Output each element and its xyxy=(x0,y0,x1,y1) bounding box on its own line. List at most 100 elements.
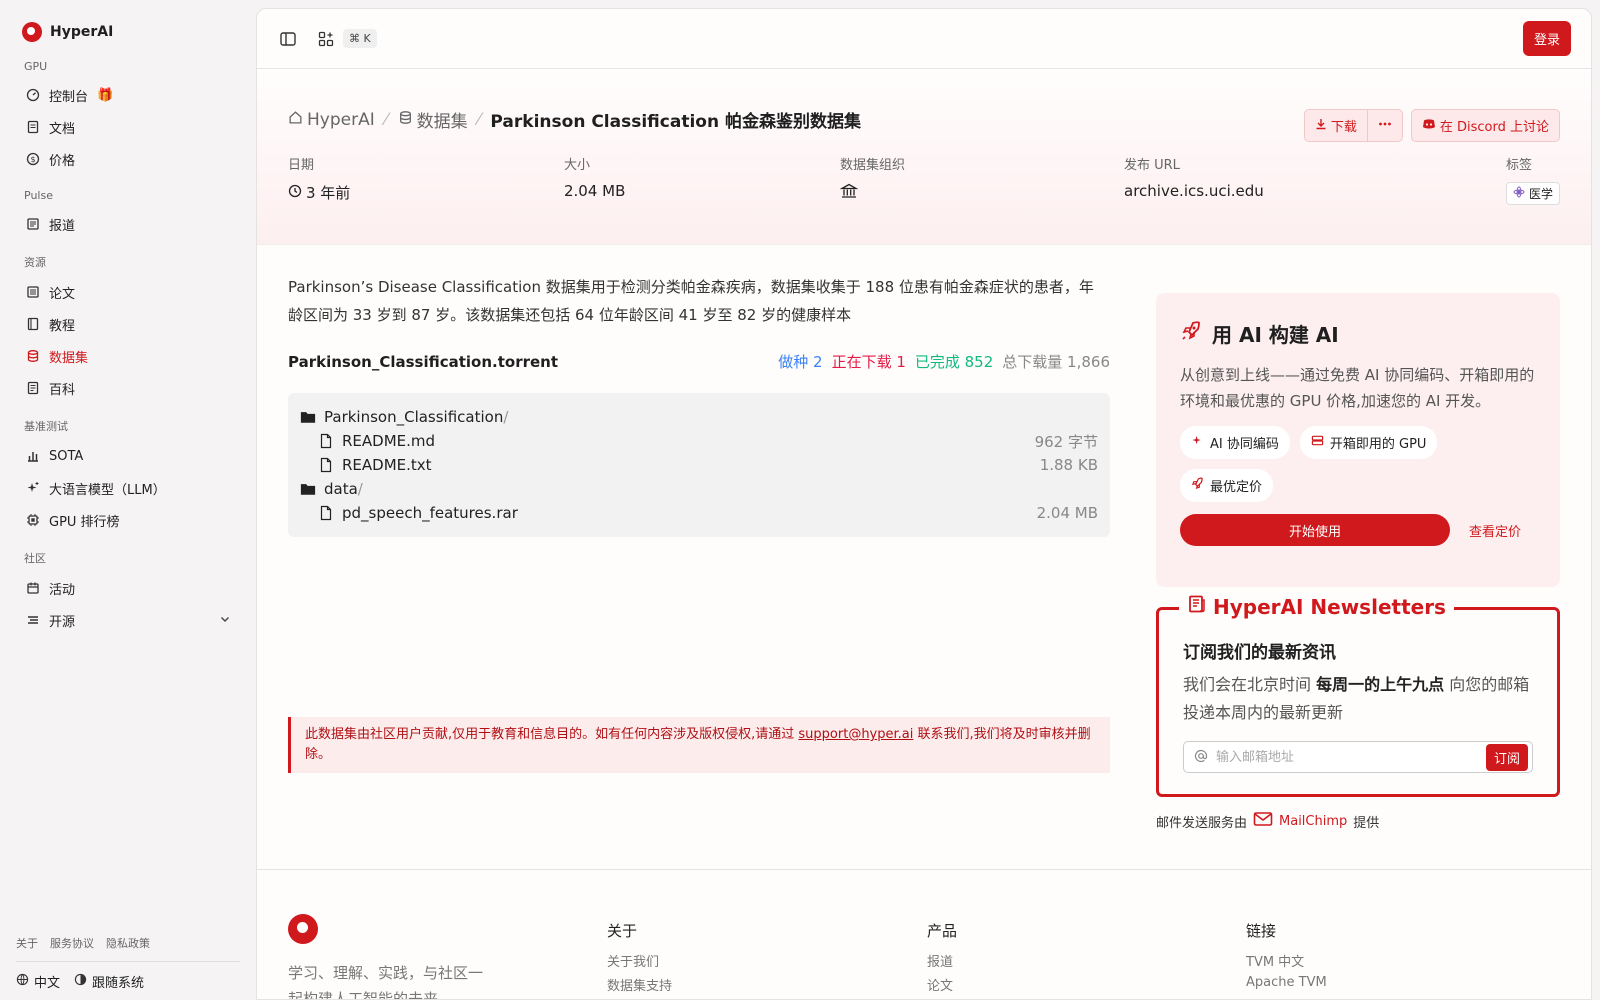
file-icon xyxy=(318,457,334,473)
subscribe-button[interactable]: 订阅 xyxy=(1485,743,1528,771)
download-label: 下载 xyxy=(1330,120,1357,135)
footer-link[interactable]: 报道 xyxy=(927,951,957,975)
source-url-link[interactable]: archive.ics.uci.edu xyxy=(1124,182,1480,200)
login-button[interactable]: 登录 xyxy=(1522,21,1571,56)
brand-name: HyperAI xyxy=(50,24,114,40)
page-footer: 学习、理解、实践，与社区一起构建人工智能的未来 关于 关于我们 数据集支持 产品… xyxy=(257,869,1591,1000)
dataset-meta: 日期 3 年前 大小 2.04 MB 数据集组织 发布 URL archive.… xyxy=(288,154,1560,205)
promo-title-text: 用 AI 构建 AI xyxy=(1212,323,1339,347)
promo-cta: 开始使用 查看定价 xyxy=(1180,514,1536,546)
promo-features: AI 协同编码 开箱即用的 GPU 最优定价 xyxy=(1180,426,1536,502)
database-icon xyxy=(398,110,413,130)
sidebar-item-console[interactable]: 控制台 🎁 xyxy=(16,79,239,111)
sidebar-item-label: SOTA xyxy=(49,448,84,464)
sidebar-item-docs[interactable]: 文档 xyxy=(16,111,239,143)
sidebar-item-label: 百科 xyxy=(49,382,76,398)
email-field[interactable] xyxy=(1208,749,1486,765)
more-options-button[interactable] xyxy=(1366,110,1402,141)
download-icon xyxy=(1315,118,1327,134)
promo-description: 从创意到上线——通过免费 AI 协同编码、开箱即用的环境和最优惠的 GPU 价格… xyxy=(1180,366,1535,410)
footer-link[interactable]: 关于我们 xyxy=(607,951,672,975)
meta-label: 大小 xyxy=(564,158,591,173)
language-switch[interactable]: 中文 xyxy=(16,972,60,991)
file-tree-folder[interactable]: Parkinson_Classification / xyxy=(300,405,1098,429)
discord-group: 在 Discord 上讨论 xyxy=(1410,109,1560,142)
sparkles-icon xyxy=(26,481,40,495)
view-pricing-link[interactable]: 查看定价 xyxy=(1469,521,1521,540)
notice-text: 此数据集由社区用户贡献,仅用于教育和信息目的。如有任何内容涉及版权侵权,请通过 xyxy=(305,727,799,742)
hyperai-logo-icon xyxy=(22,22,42,42)
footer-link[interactable]: Apache TVM xyxy=(1246,975,1327,999)
sidebar-item-events[interactable]: 活动 xyxy=(16,572,239,604)
terms-link[interactable]: 服务协议 xyxy=(50,935,94,951)
sidebar-toggle-icon[interactable] xyxy=(277,28,299,50)
sidebar-item-label: 文档 xyxy=(49,121,76,137)
file-icon xyxy=(318,505,334,521)
breadcrumb-separator: ⁄ xyxy=(384,109,388,130)
tag-medical[interactable]: 医学 xyxy=(1505,182,1560,205)
feature-chip: 最优定价 xyxy=(1180,469,1274,502)
document-icon xyxy=(26,120,40,134)
download-button[interactable]: 下载 xyxy=(1305,110,1367,141)
get-started-button[interactable]: 开始使用 xyxy=(1180,514,1450,546)
sidebar-item-opensource[interactable]: 开源 xyxy=(16,604,239,636)
file-tree-folder[interactable]: data / xyxy=(300,477,1098,501)
mailchimp-link[interactable]: MailChimp xyxy=(1279,814,1347,829)
sidebar-item-label: 报道 xyxy=(49,218,76,234)
topbar: ⌘ K 登录 xyxy=(257,9,1591,69)
footer-link[interactable]: 论文 xyxy=(927,975,957,999)
sidebar-item-datasets[interactable]: 数据集 xyxy=(16,340,239,372)
section-title-gpu: GPU xyxy=(24,60,48,73)
about-link[interactable]: 关于 xyxy=(16,935,38,951)
file-tree-file[interactable]: README.txt 1.88 KB xyxy=(300,453,1098,477)
file-tree-file[interactable]: README.md 962 字节 xyxy=(300,429,1098,453)
theme-switch[interactable]: 跟随系统 xyxy=(74,972,144,991)
newsletter-form: 订阅 xyxy=(1183,741,1533,773)
meta-size: 大小 2.04 MB xyxy=(564,154,840,205)
page-title: Parkinson Classification 帕金森鉴别数据集 xyxy=(490,112,861,132)
meta-date: 日期 3 年前 xyxy=(288,154,564,205)
sidebar-item-label: GPU 排行榜 xyxy=(49,514,120,530)
section-title-pulse: Pulse xyxy=(24,189,53,202)
globe-icon xyxy=(16,973,29,990)
hyperai-logo-icon[interactable] xyxy=(288,914,318,944)
section-title-community: 社区 xyxy=(24,552,46,565)
sidebar-item-pricing[interactable]: $ 价格 xyxy=(16,143,239,175)
sidebar-item-sota[interactable]: SOTA xyxy=(16,440,239,472)
footer-tagline: 学习、理解、实践，与社区一起构建人工智能的未来 xyxy=(288,964,484,1000)
promo-card: 用 AI 构建 AI 从创意到上线——通过免费 AI 协同编码、开箱即用的环境和… xyxy=(1156,293,1560,587)
footer-col-title: 链接 xyxy=(1246,922,1277,940)
sidebar-item-llm[interactable]: 大语言模型（LLM） xyxy=(16,472,239,504)
meta-label: 数据集组织 xyxy=(840,158,906,173)
server-icon xyxy=(1311,434,1324,451)
sidebar-item-news[interactable]: 报道 xyxy=(16,208,239,240)
footer-link[interactable]: 数据集支持 xyxy=(607,975,672,999)
footer-link[interactable]: TVM 中文 xyxy=(1246,951,1327,975)
newspaper-icon xyxy=(26,217,40,231)
language-label: 中文 xyxy=(34,975,61,991)
breadcrumb-separator: ⁄ xyxy=(477,109,481,130)
chevron-down-icon[interactable] xyxy=(219,613,231,628)
brand[interactable]: HyperAI xyxy=(16,18,239,46)
file-tree-file[interactable]: pd_speech_features.rar 2.04 MB xyxy=(300,501,1098,525)
rocket-icon xyxy=(1180,320,1202,347)
institution-icon[interactable] xyxy=(840,182,1124,200)
discord-icon xyxy=(1422,118,1436,134)
sidebar-item-tutorials[interactable]: 教程 xyxy=(16,308,239,340)
breadcrumb-label: 数据集 xyxy=(416,112,468,132)
at-icon xyxy=(1194,748,1208,767)
breadcrumb-home[interactable]: HyperAI xyxy=(288,110,375,130)
privacy-link[interactable]: 隐私政策 xyxy=(106,935,150,951)
sidebar-item-gpu-rank[interactable]: GPU 排行榜 xyxy=(16,504,239,536)
meta-tags: 标签 医学 xyxy=(1505,154,1560,205)
sidebar-item-wiki[interactable]: 百科 xyxy=(16,372,239,404)
list-icon xyxy=(26,613,40,627)
command-palette[interactable]: ⌘ K xyxy=(315,28,377,50)
sidebar-item-papers[interactable]: 论文 xyxy=(16,276,239,308)
support-email-link[interactable]: support@hyper.ai xyxy=(798,727,913,742)
newsletter-description: 我们会在北京时间 每周一的上午九点 向您的邮箱投递本周内的最新更新 xyxy=(1183,671,1533,727)
discord-button[interactable]: 在 Discord 上讨论 xyxy=(1412,110,1559,141)
file-name: README.txt xyxy=(342,456,432,474)
breadcrumb-datasets[interactable]: 数据集 xyxy=(398,107,468,132)
provider-text: 邮件发送服务由 xyxy=(1156,815,1248,831)
